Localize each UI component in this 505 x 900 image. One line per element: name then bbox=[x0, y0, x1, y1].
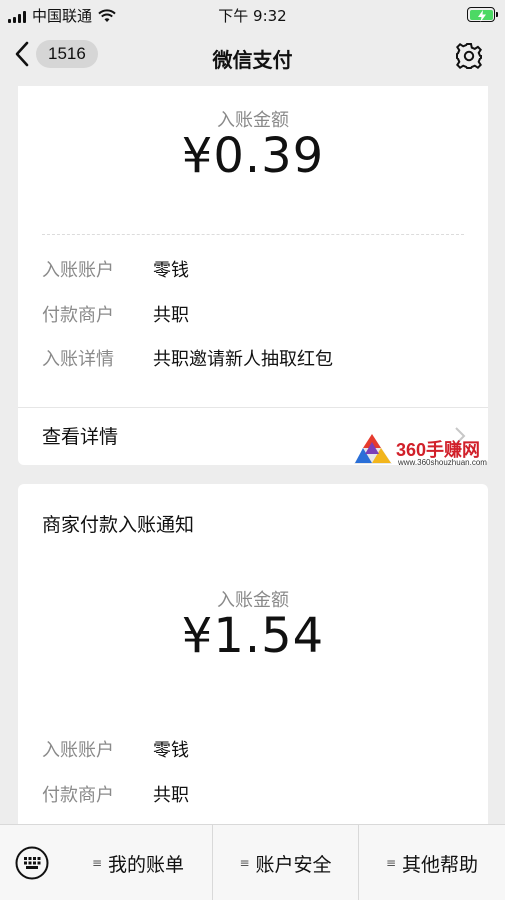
view-details-label: 查看详情 bbox=[42, 426, 119, 448]
watermark-logo: 360手赚网 www.360shouzhuan.com bbox=[352, 432, 502, 472]
menu-lines-icon: ≡ bbox=[239, 856, 250, 870]
nav-bar: 1516 微信支付 bbox=[0, 30, 505, 86]
menu-account-security[interactable]: ≡ 账户安全 bbox=[212, 825, 358, 900]
info-row: 入账账户 零钱 bbox=[42, 736, 189, 762]
menu-label: 账户安全 bbox=[255, 853, 332, 876]
page-title: 微信支付 bbox=[212, 48, 293, 72]
payment-card: 入账金额 ¥0.39 入账账户 零钱 付款商户 共职 入账详情 共职邀请新人抽取… bbox=[18, 86, 488, 465]
row-value: 共职 bbox=[153, 305, 189, 326]
row-key: 入账详情 bbox=[42, 349, 114, 370]
row-value: 共职邀请新人抽取红包 bbox=[153, 349, 333, 370]
row-value: 零钱 bbox=[153, 740, 189, 761]
gear-icon[interactable] bbox=[455, 42, 483, 70]
watermark-url: www.360shouzhuan.com bbox=[398, 458, 487, 467]
status-time: 下午 9:32 bbox=[218, 7, 287, 25]
payment-card: 商家付款入账通知 入账金额 ¥1.54 入账账户 零钱 付款商户 共职 bbox=[18, 484, 488, 824]
bottom-menu-bar: ≡ 我的账单 ≡ 账户安全 ≡ 其他帮助 bbox=[0, 824, 505, 900]
row-key: 入账账户 bbox=[42, 740, 114, 761]
watermark-triangle-icon bbox=[354, 434, 392, 464]
menu-my-bills[interactable]: ≡ 我的账单 bbox=[64, 825, 212, 900]
row-key: 付款商户 bbox=[42, 305, 114, 326]
card-title: 商家付款入账通知 bbox=[42, 514, 195, 536]
keyboard-icon[interactable] bbox=[14, 845, 50, 881]
menu-label: 其他帮助 bbox=[402, 853, 479, 876]
row-key: 入账账户 bbox=[42, 260, 114, 281]
battery-icon bbox=[467, 7, 498, 22]
row-key: 付款商户 bbox=[42, 785, 114, 806]
amount-value: ¥0.39 bbox=[181, 128, 325, 184]
row-value: 共职 bbox=[153, 785, 189, 806]
info-row: 入账账户 零钱 bbox=[42, 256, 189, 282]
charging-bolt-icon bbox=[477, 9, 486, 22]
menu-other-help[interactable]: ≡ 其他帮助 bbox=[358, 825, 505, 900]
info-row: 付款商户 共职 bbox=[42, 301, 189, 327]
menu-lines-icon: ≡ bbox=[91, 856, 103, 870]
amount-value: ¥1.54 bbox=[181, 608, 325, 664]
menu-label: 我的账单 bbox=[108, 853, 185, 876]
info-row: 付款商户 共职 bbox=[42, 781, 189, 807]
menu-lines-icon: ≡ bbox=[385, 856, 397, 870]
info-row: 入账详情 共职邀请新人抽取红包 bbox=[42, 345, 333, 371]
status-bar: 中国联通 下午 9:32 bbox=[0, 0, 505, 30]
dashed-divider bbox=[42, 234, 464, 235]
row-value: 零钱 bbox=[153, 260, 189, 281]
